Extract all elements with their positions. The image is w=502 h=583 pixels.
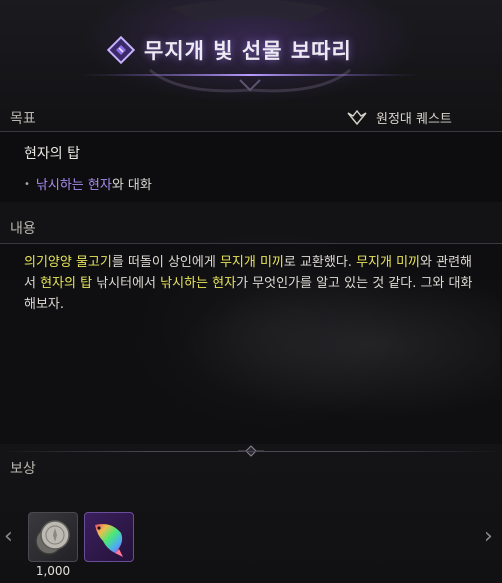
reward-slot-silver[interactable] (28, 512, 78, 562)
prev-arrow-icon[interactable]: ‹ (4, 524, 13, 549)
content-seg: 로 교환했다. (283, 255, 357, 270)
quest-title: 무지개 빛 선물 보따리 (144, 39, 352, 63)
rainbow-fish-icon (95, 524, 123, 557)
reward-divider (0, 451, 502, 452)
expedition-icon (347, 109, 367, 125)
content-seg: 를 떠돌이 상인에게 (111, 255, 220, 270)
content-text: 의기양양 물고기를 떠돌이 상인에게 무지개 미끼로 교환했다. 무지개 미끼와… (24, 252, 476, 315)
objective-title: 현자의 탑 (24, 146, 80, 162)
objective-npc[interactable]: 낚시하는 현자 (36, 178, 112, 193)
objective-suffix: 와 대화 (111, 178, 152, 193)
content-seg: 낚시하는 현자 (160, 276, 237, 291)
quest-diamond-icon (106, 35, 136, 65)
content-seg: 현자의 탑 (40, 276, 93, 291)
quest-header: 무지개 빛 선물 보따리 (0, 0, 502, 96)
objective-label: 목표 (10, 111, 36, 127)
reward-quantity: 1,000 (35, 564, 71, 578)
content-seg: 무지개 미끼 (356, 255, 421, 270)
quest-type-label: 원정대 퀘스트 (376, 112, 452, 127)
content-label: 내용 (10, 221, 36, 237)
reward-slot-fish[interactable] (84, 512, 134, 562)
objective-item: • 낚시하는 현자와 대화 (24, 174, 152, 193)
quest-type: 원정대 퀘스트 (346, 108, 452, 127)
content-seg: 의기양양 물고기 (24, 255, 112, 270)
next-arrow-icon[interactable]: › (484, 524, 493, 549)
content-seg: 낚시터에서 (92, 276, 161, 291)
content-seg: 무지개 미끼 (219, 255, 284, 270)
silver-coin-icon (35, 520, 70, 555)
bullet-icon: • (24, 179, 30, 190)
reward-label: 보상 (10, 461, 36, 477)
title-wrap: 무지개 빛 선물 보따리 (106, 32, 352, 68)
